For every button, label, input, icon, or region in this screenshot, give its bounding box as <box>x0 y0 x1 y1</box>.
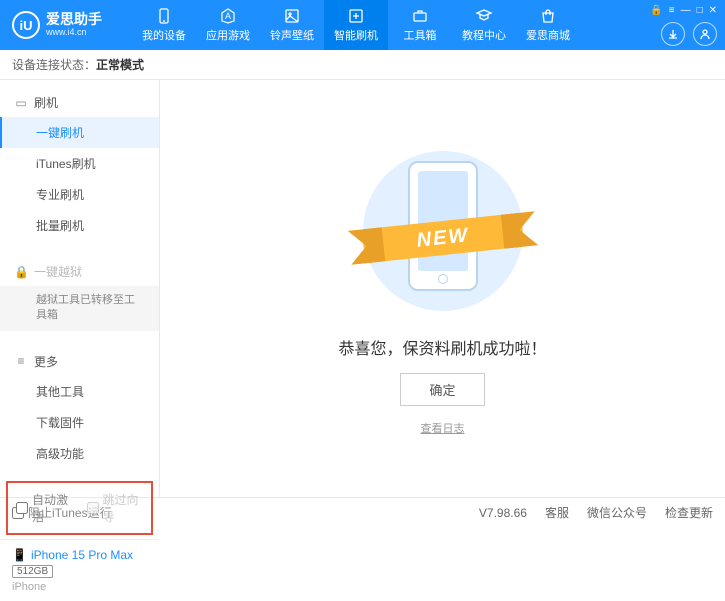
support-link[interactable]: 客服 <box>545 504 569 521</box>
auto-activate-checkbox[interactable]: 自动激活 <box>16 491 73 525</box>
flash-icon <box>347 7 365 25</box>
lock-icon: 🔒 <box>14 265 28 279</box>
sidebar: ▭ 刷机 一键刷机 iTunes刷机 专业刷机 批量刷机 🔒 一键越狱 越狱工具… <box>0 80 160 497</box>
app-url: www.i4.cn <box>46 28 102 38</box>
user-button[interactable] <box>693 22 717 46</box>
main-area: NEW 恭喜您，保资料刷机成功啦！ 确定 查看日志 <box>160 80 725 497</box>
title-bar: iU 爱思助手 www.i4.cn 我的设备 A 应用游戏 铃声壁纸 智能刷机 … <box>0 0 725 50</box>
app-name: 爱思助手 <box>46 12 102 27</box>
phone-icon: 📱 <box>12 548 27 562</box>
sidebar-item-batch-flash[interactable]: 批量刷机 <box>0 210 159 241</box>
main-tabs: 我的设备 A 应用游戏 铃声壁纸 智能刷机 工具箱 教程中心 爱思商城 <box>132 0 650 50</box>
tab-tutorial[interactable]: 教程中心 <box>452 0 516 50</box>
flash-section-icon: ▭ <box>14 96 28 110</box>
lock-icon[interactable]: 🔒 <box>650 5 662 16</box>
window-controls: 🔒 ≡ — □ ✕ <box>650 5 717 16</box>
tab-toolbox[interactable]: 工具箱 <box>388 0 452 50</box>
device-name[interactable]: 📱 iPhone 15 Pro Max <box>12 548 147 562</box>
download-button[interactable] <box>661 22 685 46</box>
view-log-link[interactable]: 查看日志 <box>421 420 465 436</box>
menu-icon[interactable]: ≡ <box>669 5 675 16</box>
tutorial-icon <box>475 7 493 25</box>
version-label: V7.98.66 <box>479 506 527 520</box>
device-icon <box>155 7 173 25</box>
sidebar-section-more[interactable]: ≡ 更多 <box>0 347 159 376</box>
success-illustration: NEW <box>353 141 533 321</box>
sidebar-item-other-tools[interactable]: 其他工具 <box>0 376 159 407</box>
device-storage: 512GB <box>12 565 53 578</box>
sidebar-section-flash[interactable]: ▭ 刷机 <box>0 88 159 117</box>
ok-button[interactable]: 确定 <box>400 373 484 406</box>
device-info: 📱 iPhone 15 Pro Max 512GB iPhone <box>0 539 159 601</box>
sidebar-item-advanced[interactable]: 高级功能 <box>0 438 159 469</box>
tab-flash[interactable]: 智能刷机 <box>324 0 388 50</box>
svg-text:A: A <box>225 11 231 21</box>
minimize-icon[interactable]: — <box>681 5 691 16</box>
skip-guide-checkbox[interactable]: 跳过向导 <box>87 491 144 525</box>
maximize-icon[interactable]: □ <box>697 5 703 16</box>
sidebar-item-one-key-flash[interactable]: 一键刷机 <box>0 117 159 148</box>
tab-apps[interactable]: A 应用游戏 <box>196 0 260 50</box>
sidebar-item-pro-flash[interactable]: 专业刷机 <box>0 179 159 210</box>
tab-my-device[interactable]: 我的设备 <box>132 0 196 50</box>
wechat-link[interactable]: 微信公众号 <box>587 504 647 521</box>
more-icon: ≡ <box>14 354 28 368</box>
status-prefix: 设备连接状态： <box>12 56 96 73</box>
sidebar-section-jailbreak: 🔒 一键越狱 <box>0 257 159 286</box>
wallpaper-icon <box>283 7 301 25</box>
check-update-link[interactable]: 检查更新 <box>665 504 713 521</box>
close-icon[interactable]: ✕ <box>709 5 717 16</box>
logo-icon: iU <box>12 11 40 39</box>
store-icon <box>539 7 557 25</box>
jailbreak-notice: 越狱工具已转移至工具箱 <box>0 286 159 331</box>
logo-area: iU 爱思助手 www.i4.cn <box>12 11 132 39</box>
success-message: 恭喜您，保资料刷机成功啦！ <box>338 335 546 359</box>
device-type: iPhone <box>12 581 147 593</box>
tab-store[interactable]: 爱思商城 <box>516 0 580 50</box>
status-bar: 设备连接状态： 正常模式 <box>0 50 725 80</box>
sidebar-item-download-firmware[interactable]: 下载固件 <box>0 407 159 438</box>
apps-icon: A <box>219 7 237 25</box>
toolbox-icon <box>411 7 429 25</box>
sidebar-item-itunes-flash[interactable]: iTunes刷机 <box>0 148 159 179</box>
status-value: 正常模式 <box>96 56 144 73</box>
tab-ringtones[interactable]: 铃声壁纸 <box>260 0 324 50</box>
